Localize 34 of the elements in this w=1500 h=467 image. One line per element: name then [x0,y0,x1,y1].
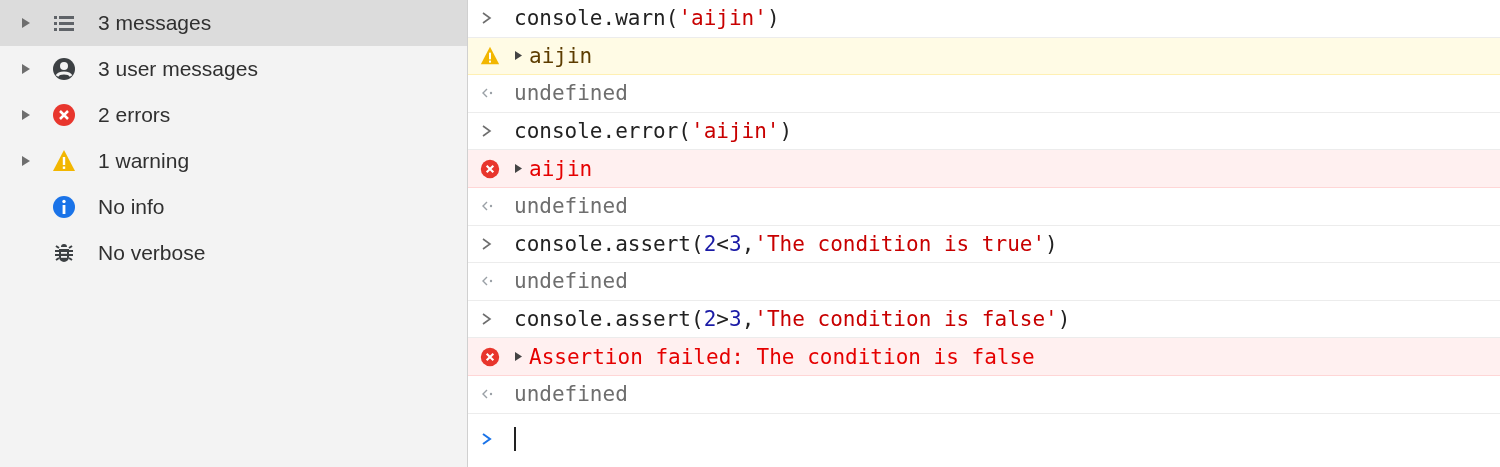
command-text: console.warn('aijin') [514,6,780,31]
chevron-icon [480,311,494,328]
sidebar-item[interactable]: No info [0,184,467,230]
chevron-icon [480,123,494,140]
sidebar-item[interactable]: 2 errors [0,92,467,138]
chevron-icon [480,430,494,447]
result-text: undefined [514,194,628,219]
expand-arrow-icon [514,50,523,62]
message-text: aijin [529,43,593,68]
expand-arrow-icon [514,351,523,363]
result-text: undefined [514,269,628,294]
message-text: Assertion failed: The condition is false [529,344,1035,369]
chevron-icon [480,10,494,27]
info-icon [52,195,76,219]
message-text: aijin [529,156,593,181]
error-icon [480,158,500,179]
chevron-icon [480,235,494,252]
command-text: console.assert(2>3,'The condition is false') [514,307,1071,332]
user-icon [52,57,76,81]
warning-icon [480,45,500,66]
text-cursor[interactable] [514,426,516,451]
result-text: undefined [514,382,628,407]
bug-icon [52,241,76,265]
sidebar-item[interactable]: 3 user messages [0,46,467,92]
command-text: console.error('aijin') [514,119,793,144]
command-text: console.assert(2<3,'The condition is true') [514,231,1058,256]
sidebar-item[interactable]: No verbose [0,230,467,276]
error-icon [480,346,500,367]
expand-arrow-icon [514,163,523,175]
sidebar-item[interactable]: 3 messages [0,0,467,46]
error-icon [52,103,76,127]
sidebar-item[interactable]: 1 warning [0,138,467,184]
result-text: undefined [514,81,628,106]
warning-icon [52,149,76,173]
